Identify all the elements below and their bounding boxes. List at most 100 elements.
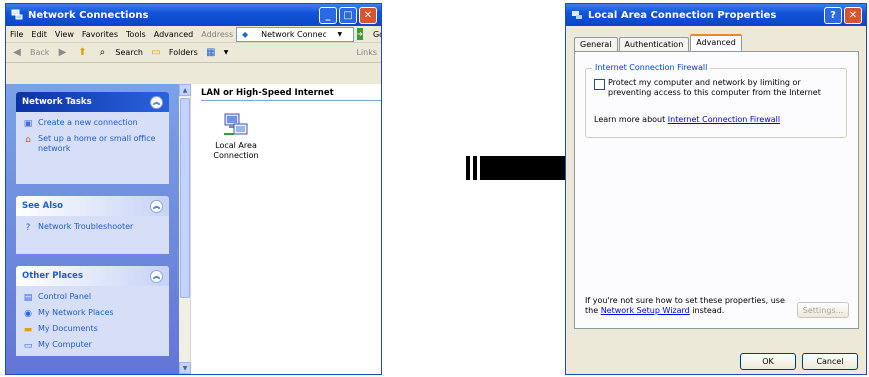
explorer-title: Network Connections bbox=[28, 9, 149, 21]
task-home-network-label: Set up a home or small office network bbox=[38, 134, 156, 153]
connection-label: Local Area Connection bbox=[213, 141, 259, 160]
forward-icon[interactable]: ▶ bbox=[55, 46, 69, 60]
back-icon[interactable]: ◀ bbox=[10, 46, 24, 60]
properties-dialog: Local Area Connection Properties ? ✕ Gen… bbox=[565, 3, 867, 375]
task-create-connection[interactable]: ▣ Create a new connection bbox=[22, 118, 163, 130]
task-pane: Network Tasks ︽ ▣ Create a new connectio… bbox=[6, 84, 179, 374]
search-button[interactable]: Search bbox=[115, 48, 142, 57]
firewall-group-title: Internet Connection Firewall bbox=[592, 63, 711, 72]
local-area-connection-item[interactable]: Local Area Connection bbox=[209, 110, 263, 161]
minimize-button[interactable]: _ bbox=[319, 6, 337, 24]
place-control-panel[interactable]: ▤ Control Panel bbox=[22, 292, 163, 304]
network-tasks-header[interactable]: Network Tasks ︽ bbox=[16, 92, 169, 112]
collapse-chevron-icon[interactable]: ︽ bbox=[150, 269, 163, 283]
ok-button[interactable]: OK bbox=[740, 353, 796, 370]
views-icon[interactable]: ▦ bbox=[204, 46, 218, 60]
group-header: LAN or High-Speed Internet bbox=[201, 88, 381, 101]
dialog-close-button[interactable]: ✕ bbox=[844, 6, 862, 24]
up-folder-icon[interactable]: ⬆ bbox=[75, 46, 89, 60]
place-network-places[interactable]: ◉ My Network Places bbox=[22, 308, 163, 320]
network-tasks-title: Network Tasks bbox=[22, 97, 92, 107]
firewall-checkbox[interactable] bbox=[594, 79, 605, 90]
folders-icon: ▭ bbox=[151, 47, 161, 58]
network-tasks-panel: Network Tasks ︽ ▣ Create a new connectio… bbox=[16, 92, 169, 184]
menu-advanced[interactable]: Advanced bbox=[154, 30, 194, 39]
network-connections-window: Network Connections _ □ ✕ File Edit View… bbox=[5, 3, 382, 375]
scroll-thumb[interactable] bbox=[180, 98, 190, 298]
content-area: ▲ ▼ LAN or High-Speed Internet Local Are… bbox=[179, 84, 381, 374]
menu-view[interactable]: View bbox=[55, 30, 74, 39]
setup-hint-suffix: instead. bbox=[692, 306, 725, 315]
scroll-down-icon[interactable]: ▼ bbox=[179, 362, 191, 374]
firewall-help-link[interactable]: Internet Connection Firewall bbox=[668, 115, 780, 124]
links-label[interactable]: Links bbox=[356, 48, 377, 57]
firewall-checkbox-label[interactable]: Protect my computer and network by limit… bbox=[608, 78, 843, 98]
vertical-scrollbar[interactable]: ▲ ▼ bbox=[179, 84, 191, 374]
menu-tools[interactable]: Tools bbox=[126, 30, 146, 39]
firewall-groupbox: Internet Connection Firewall Protect my … bbox=[585, 63, 847, 138]
home-network-icon: ⌂ bbox=[25, 135, 31, 145]
see-also-title: See Also bbox=[22, 201, 64, 211]
back-button[interactable]: Back bbox=[30, 48, 49, 57]
see-also-panel: See Also ︽ ? Network Troubleshooter bbox=[16, 196, 169, 254]
network-connections-icon bbox=[10, 8, 24, 22]
my-computer-icon: ▭ bbox=[23, 341, 33, 351]
lan-connection-icon bbox=[570, 8, 584, 22]
menu-favorites[interactable]: Favorites bbox=[82, 30, 118, 39]
dialog-tabs: General Authentication Advanced bbox=[574, 34, 743, 51]
new-connection-icon: ▣ bbox=[23, 119, 33, 129]
place-my-computer-label: My Computer bbox=[38, 340, 92, 349]
other-places-header[interactable]: Other Places ︽ bbox=[16, 266, 169, 286]
task-create-connection-label: Create a new connection bbox=[38, 118, 138, 127]
tab-advanced[interactable]: Advanced bbox=[690, 34, 742, 51]
learn-more-line: Learn more about Internet Connection Fir… bbox=[594, 115, 780, 124]
advanced-tab-panel: Internet Connection Firewall Protect my … bbox=[574, 51, 859, 329]
menu-edit[interactable]: Edit bbox=[31, 30, 47, 39]
place-my-documents[interactable]: ▬ My Documents bbox=[22, 324, 163, 336]
task-troubleshooter[interactable]: ? Network Troubleshooter bbox=[22, 222, 163, 234]
place-my-documents-label: My Documents bbox=[38, 324, 98, 333]
address-value: Network Connections bbox=[261, 29, 326, 39]
collapse-chevron-icon[interactable]: ︽ bbox=[150, 95, 163, 109]
maximize-button[interactable]: □ bbox=[339, 6, 357, 24]
task-home-network[interactable]: ⌂ Set up a home or small office network bbox=[22, 134, 163, 154]
help-button[interactable]: ? bbox=[824, 6, 842, 24]
dialog-title: Local Area Connection Properties bbox=[588, 9, 777, 21]
network-folder-icon: ◆ bbox=[242, 29, 249, 39]
explorer-titlebar[interactable]: Network Connections _ □ ✕ bbox=[6, 4, 381, 26]
close-button[interactable]: ✕ bbox=[359, 6, 377, 24]
control-panel-icon: ▤ bbox=[23, 293, 33, 303]
learn-more-prefix: Learn more about bbox=[594, 115, 666, 124]
other-places-title: Other Places bbox=[22, 271, 83, 281]
lan-connection-icon bbox=[222, 110, 250, 138]
folders-button[interactable]: Folders bbox=[169, 48, 198, 57]
documents-folder-icon: ▬ bbox=[23, 325, 33, 335]
address-label: Address bbox=[201, 29, 234, 39]
menu-file[interactable]: File bbox=[10, 30, 23, 39]
search-icon: ⌕ bbox=[99, 47, 106, 58]
other-places-panel: Other Places ︽ ▤ Control Panel ◉ My Netw… bbox=[16, 266, 169, 356]
help-icon: ? bbox=[25, 223, 31, 233]
place-my-computer[interactable]: ▭ My Computer bbox=[22, 340, 163, 352]
address-dropdown-icon[interactable]: ▼ bbox=[337, 31, 342, 38]
place-control-panel-label: Control Panel bbox=[38, 292, 92, 301]
explorer-toolbar: ◀ Back ▶ ⬆ ⌕ Search ▭ Folders ▦ ▼ Links bbox=[6, 43, 381, 63]
tab-general[interactable]: General bbox=[574, 37, 618, 51]
views-dropdown-icon[interactable]: ▼ bbox=[224, 49, 229, 56]
collapse-chevron-icon[interactable]: ︽ bbox=[150, 199, 163, 213]
see-also-header[interactable]: See Also ︽ bbox=[16, 196, 169, 216]
setup-hint-text: If you're not sure how to set these prop… bbox=[585, 296, 785, 316]
task-troubleshooter-label: Network Troubleshooter bbox=[38, 222, 134, 231]
go-arrow-icon[interactable]: ➜ bbox=[357, 28, 363, 40]
settings-button[interactable]: Settings... bbox=[797, 302, 849, 318]
address-bar[interactable]: ◆ Network Connections ▼ bbox=[236, 26, 355, 42]
network-setup-wizard-link[interactable]: Network Setup Wizard bbox=[601, 306, 690, 315]
tab-authentication[interactable]: Authentication bbox=[618, 37, 690, 51]
go-button[interactable]: Go bbox=[373, 30, 381, 39]
cancel-button[interactable]: Cancel bbox=[802, 353, 858, 370]
explorer-menubar: File Edit View Favorites Tools Advanced … bbox=[6, 26, 381, 43]
place-network-places-label: My Network Places bbox=[38, 308, 114, 317]
scroll-up-icon[interactable]: ▲ bbox=[179, 84, 191, 96]
network-places-icon: ◉ bbox=[24, 309, 32, 319]
dialog-titlebar[interactable]: Local Area Connection Properties ? ✕ bbox=[566, 4, 866, 26]
